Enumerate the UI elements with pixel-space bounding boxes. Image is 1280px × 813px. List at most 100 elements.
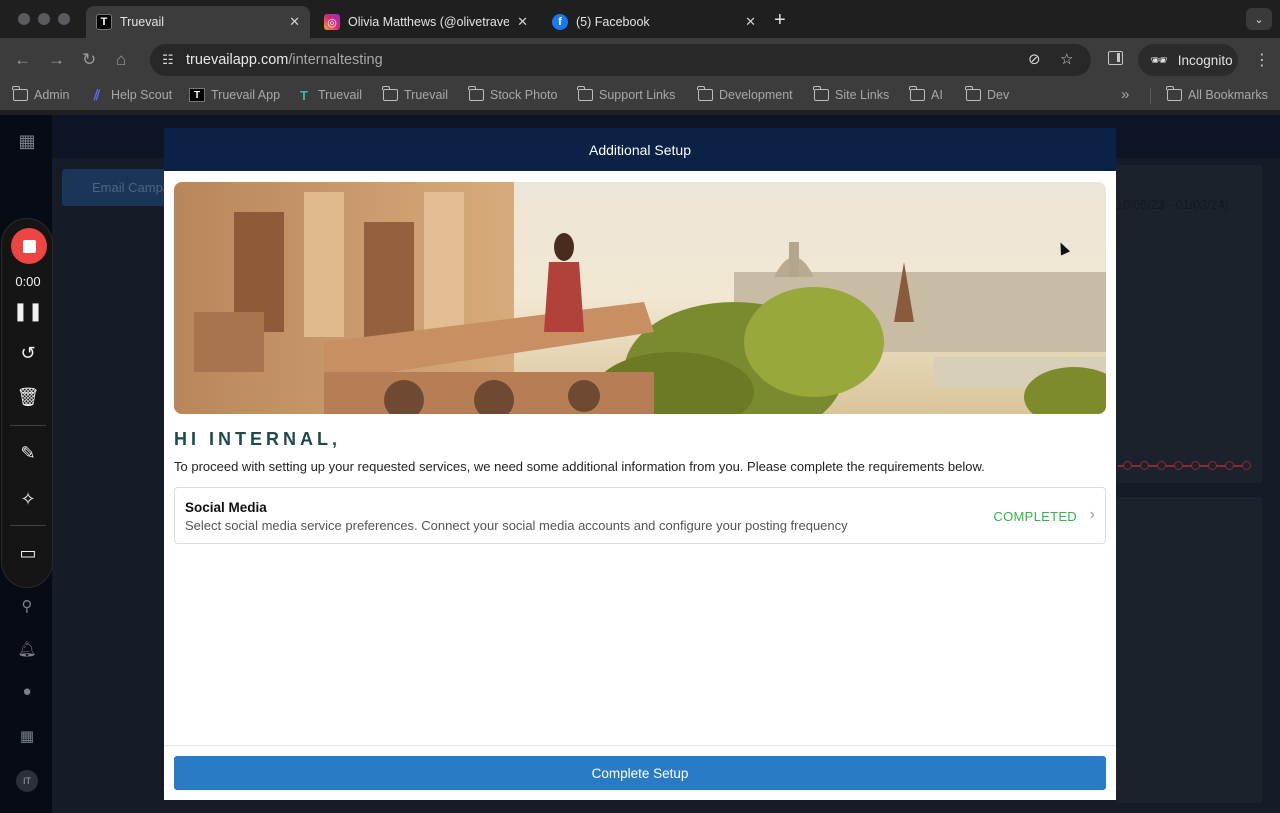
pause-icon[interactable]: ❚❚	[2, 301, 54, 322]
requirement-description: Select social media service preferences.…	[185, 518, 848, 533]
bookmark-folder-development[interactable]: Development	[697, 86, 793, 102]
side-panel-icon[interactable]	[1108, 51, 1123, 65]
effects-icon[interactable]: ✧	[2, 489, 54, 510]
user-icon[interactable]: ●	[16, 683, 38, 705]
bg-email-campaign-card: Email Campa	[62, 169, 166, 206]
forward-arrow-icon[interactable]: →	[48, 50, 65, 70]
recorder-divider	[10, 425, 46, 426]
all-bookmarks[interactable]: All Bookmarks	[1166, 86, 1268, 102]
requirement-title: Social Media	[185, 500, 267, 515]
folder-icon	[382, 86, 398, 101]
pencil-icon[interactable]: ✎	[2, 443, 54, 464]
requirement-social-media[interactable]: Social Media Select social media service…	[174, 487, 1106, 544]
tab-facebook[interactable]: f (5) Facebook ✕	[542, 6, 766, 38]
bookmark-folder-stock-photo[interactable]: Stock Photo	[468, 86, 557, 102]
restart-icon[interactable]: ↺	[2, 343, 54, 364]
folder-icon	[12, 86, 28, 101]
address-bar[interactable]: ☷ truevailapp.com/internaltesting ⊘ ☆	[150, 44, 1091, 76]
truevail-icon: T	[189, 88, 205, 102]
instagram-icon: ◎	[324, 14, 340, 30]
tab-title: Truevail	[120, 15, 164, 29]
home-icon[interactable]: ⌂	[116, 50, 126, 70]
reload-icon[interactable]: ↻	[82, 50, 96, 70]
folder-icon	[965, 86, 981, 101]
camera-icon[interactable]: ▭	[2, 543, 54, 564]
bookmark-folder-truevail[interactable]: Truevail	[382, 86, 448, 102]
bookmark-folder-dev[interactable]: Dev	[965, 86, 1009, 102]
tab-close-icon[interactable]: ✕	[289, 14, 300, 30]
folder-icon	[697, 86, 713, 101]
bookmarks-bar: Admin ⫽ Help Scout T Truevail App T Truevai…	[0, 82, 1280, 110]
avatar[interactable]: IT	[16, 770, 38, 792]
bookmark-admin[interactable]: Admin	[12, 86, 69, 102]
tab-title: (5) Facebook	[576, 15, 650, 29]
bg-chart-dot	[1123, 461, 1132, 470]
recording-timer: 0:00	[15, 274, 41, 289]
truevail-favicon-icon: T	[96, 14, 112, 30]
url-text[interactable]: truevailapp.com/internaltesting	[186, 52, 383, 68]
window-minimize-dot[interactable]	[38, 13, 50, 25]
bell-icon[interactable]: 🔔︎	[16, 640, 38, 662]
star-bookmark-icon[interactable]: ☆	[1060, 50, 1073, 68]
browser-menu-icon[interactable]: ⋮	[1254, 50, 1270, 70]
truevail-teal-icon: T	[300, 87, 308, 103]
bg-date-range: 10/05/23 - 01/03/24)	[1116, 198, 1229, 212]
window-maximize-dot[interactable]	[58, 13, 70, 25]
window-close-dot[interactable]	[18, 13, 30, 25]
apps-grid-icon[interactable]: ▦	[16, 131, 38, 153]
folder-icon	[909, 86, 925, 101]
incognito-icon: 🕶	[1150, 51, 1168, 68]
incognito-badge[interactable]: 🕶 Incognito	[1138, 44, 1238, 76]
status-badge: COMPLETED	[993, 509, 1077, 524]
more-bookmarks-chevron-icon[interactable]: »	[1121, 86, 1129, 103]
tab-instagram[interactable]: ◎ Olivia Matthews (@olivetravel ✕	[314, 6, 538, 38]
helpscout-icon: ⫽	[93, 86, 101, 103]
bookmarks-divider	[1150, 88, 1151, 104]
tab-search-chevron-icon[interactable]: ⌄	[1246, 8, 1272, 30]
bg-chart-dot	[1174, 461, 1183, 470]
tab-close-icon[interactable]: ✕	[745, 14, 756, 30]
incognito-label: Incognito	[1177, 52, 1233, 68]
chevron-right-icon[interactable]: ›	[1090, 506, 1095, 524]
back-arrow-icon[interactable]: ←	[14, 50, 31, 70]
folder-icon	[813, 86, 829, 101]
intro-text: To proceed with setting up your requeste…	[174, 459, 985, 474]
trash-icon[interactable]: 🗑︎	[2, 387, 54, 408]
browser-tab-bar: T Truevail ✕ ◎ Olivia Matthews (@olivetr…	[0, 0, 1280, 38]
recorder-divider	[10, 525, 46, 526]
bookmark-folder-support-links[interactable]: Support Links	[577, 86, 675, 102]
folder-icon	[468, 86, 484, 101]
site-settings-icon[interactable]: ☷	[162, 52, 178, 68]
additional-setup-modal: Additional Setup HI INTERNAL, To proceed…	[164, 128, 1116, 800]
greeting-heading: HI INTERNAL,	[174, 429, 341, 449]
bookmark-truevail-app[interactable]: T Truevail App	[189, 88, 280, 102]
modal-title: Additional Setup	[589, 141, 691, 158]
screen-recorder-toolbar: 0:00 ❚❚ ↺ 🗑︎ ✎ ✧ ▭	[1, 218, 53, 588]
bg-chart-dot	[1225, 461, 1234, 470]
stop-recording-button[interactable]	[11, 228, 47, 264]
bg-stats-panel	[1116, 497, 1262, 803]
footer-divider	[164, 745, 1116, 746]
hero-image	[174, 182, 1106, 414]
tab-title: Olivia Matthews (@olivetravel	[348, 15, 510, 29]
bg-chart-dot	[1242, 461, 1251, 470]
search-icon[interactable]: ⚲	[16, 597, 38, 619]
bg-chart-dot	[1208, 461, 1217, 470]
bookmark-folder-ai[interactable]: AI	[909, 86, 943, 102]
calendar-icon[interactable]: ▦	[16, 727, 38, 749]
bookmark-truevail[interactable]: T Truevail	[296, 87, 362, 103]
bg-stats-card	[1116, 165, 1262, 483]
complete-setup-button[interactable]: Complete Setup	[174, 756, 1106, 790]
folder-icon	[577, 86, 593, 101]
tab-truevail[interactable]: T Truevail ✕	[86, 6, 310, 38]
tab-close-icon[interactable]: ✕	[517, 14, 528, 30]
folder-icon	[1166, 86, 1182, 101]
bg-chart-dot	[1140, 461, 1149, 470]
eye-slash-icon[interactable]: ⊘	[1028, 50, 1041, 68]
new-tab-plus-icon[interactable]: +	[774, 9, 786, 32]
bookmark-folder-site-links[interactable]: Site Links	[813, 86, 889, 102]
browser-toolbar: ← → ↻ ⌂ ☷ truevailapp.com/internaltestin…	[0, 38, 1280, 82]
bookmark-help-scout[interactable]: ⫽ Help Scout	[89, 86, 172, 103]
modal-header: Additional Setup	[164, 128, 1116, 171]
facebook-icon: f	[552, 14, 568, 30]
